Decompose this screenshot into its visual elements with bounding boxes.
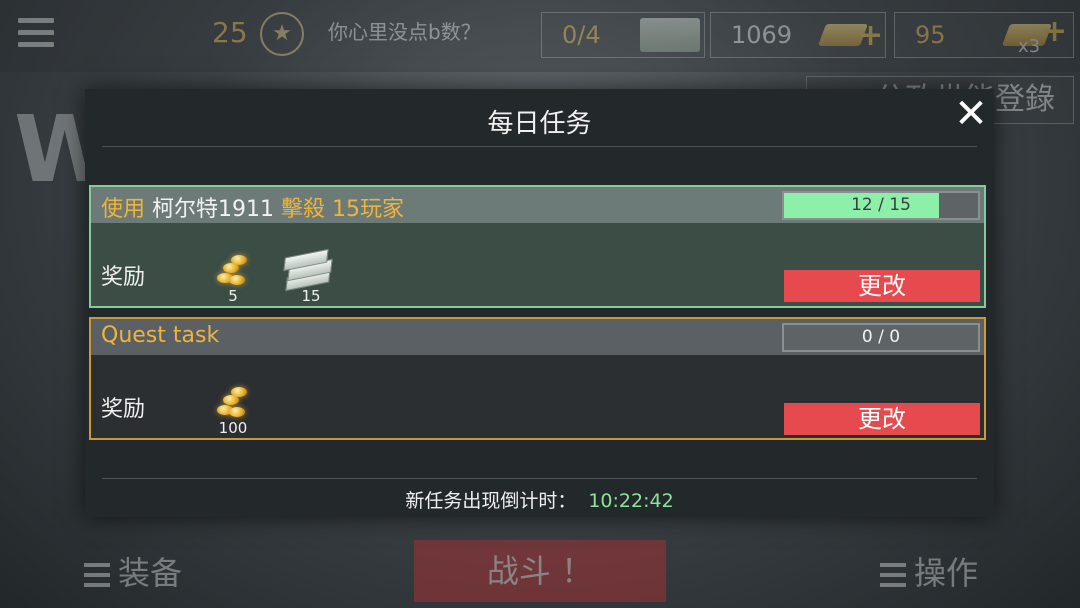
quest-card-active: 使用 柯尔特1911 擊殺 15玩家 12 / 15 奖励 5 15 更改 [89,185,986,308]
timer-label: 新任务出现倒计时： [405,490,577,512]
reward-label: 奖励 [101,265,146,290]
gold-coins-icon [213,385,251,419]
divider [102,146,977,147]
quest-verb: 使用 [101,197,152,222]
list-icon [84,563,110,587]
dialog-title: 每日任务 [487,109,592,139]
quest-weapon: 柯尔特1911 [152,197,281,222]
add-cash-plus-icon[interactable]: + [858,18,883,53]
quest-progress-bar: 0 / 0 [782,323,980,352]
reward-count: 15 [301,287,321,305]
controls-label: 操作 [914,554,979,592]
progress-label: 0 / 0 [861,327,901,347]
equipment-tab[interactable]: 装备 [84,548,182,594]
reward-gold: 5 [203,247,263,307]
cash-icon [640,18,700,52]
equipment-label: 装备 [118,554,183,592]
add-gold-plus-icon[interactable]: + [1042,14,1067,49]
reward-label: 奖励 [101,397,146,422]
reward-gold: 100 [203,379,263,439]
quest-title: Quest task [101,323,220,348]
quest-header: Quest task 0 / 0 [91,319,984,355]
gold-coins-icon [213,253,251,287]
progress-label: 12 / 15 [851,195,911,215]
quest-description: Quest task [101,323,219,348]
reward-cash: 15 [281,247,341,307]
list-icon [880,563,906,587]
cash-stack-icon [283,248,333,292]
menu-icon[interactable] [18,18,54,52]
quest-progress-bar: 12 / 15 [782,191,980,220]
timer-value: 10:22:42 [588,490,674,512]
rank-icon: ★ [260,12,304,56]
divider [102,478,977,479]
quest-goal: 擊殺 15玩家 [280,197,404,222]
reward-count: 5 [228,287,238,305]
player-level: 25 [212,16,248,49]
quest-header: 使用 柯尔特1911 擊殺 15玩家 12 / 15 [91,187,984,223]
close-icon[interactable]: ✕ [951,93,991,135]
player-name: 你心里没点b数？ [328,20,481,44]
new-quest-timer: 新任务出现倒计时： 10:22:42 [85,486,994,513]
reward-count: 100 [218,419,248,437]
gold-multiplier: x3 [1018,36,1041,57]
daily-quests-dialog: 每日任务 ✕ 使用 柯尔特1911 擊殺 15玩家 12 / 15 奖励 5 1… [85,89,994,517]
fight-button[interactable]: 战斗 ！ [414,540,666,602]
change-quest-button[interactable]: 更改 [784,270,980,302]
change-quest-button[interactable]: 更改 [784,403,980,435]
quest-card-pending: Quest task 0 / 0 奖励 100 更改 [89,317,986,440]
controls-tab[interactable]: 操作 [880,548,978,594]
quest-description: 使用 柯尔特1911 擊殺 15玩家 [101,191,404,223]
